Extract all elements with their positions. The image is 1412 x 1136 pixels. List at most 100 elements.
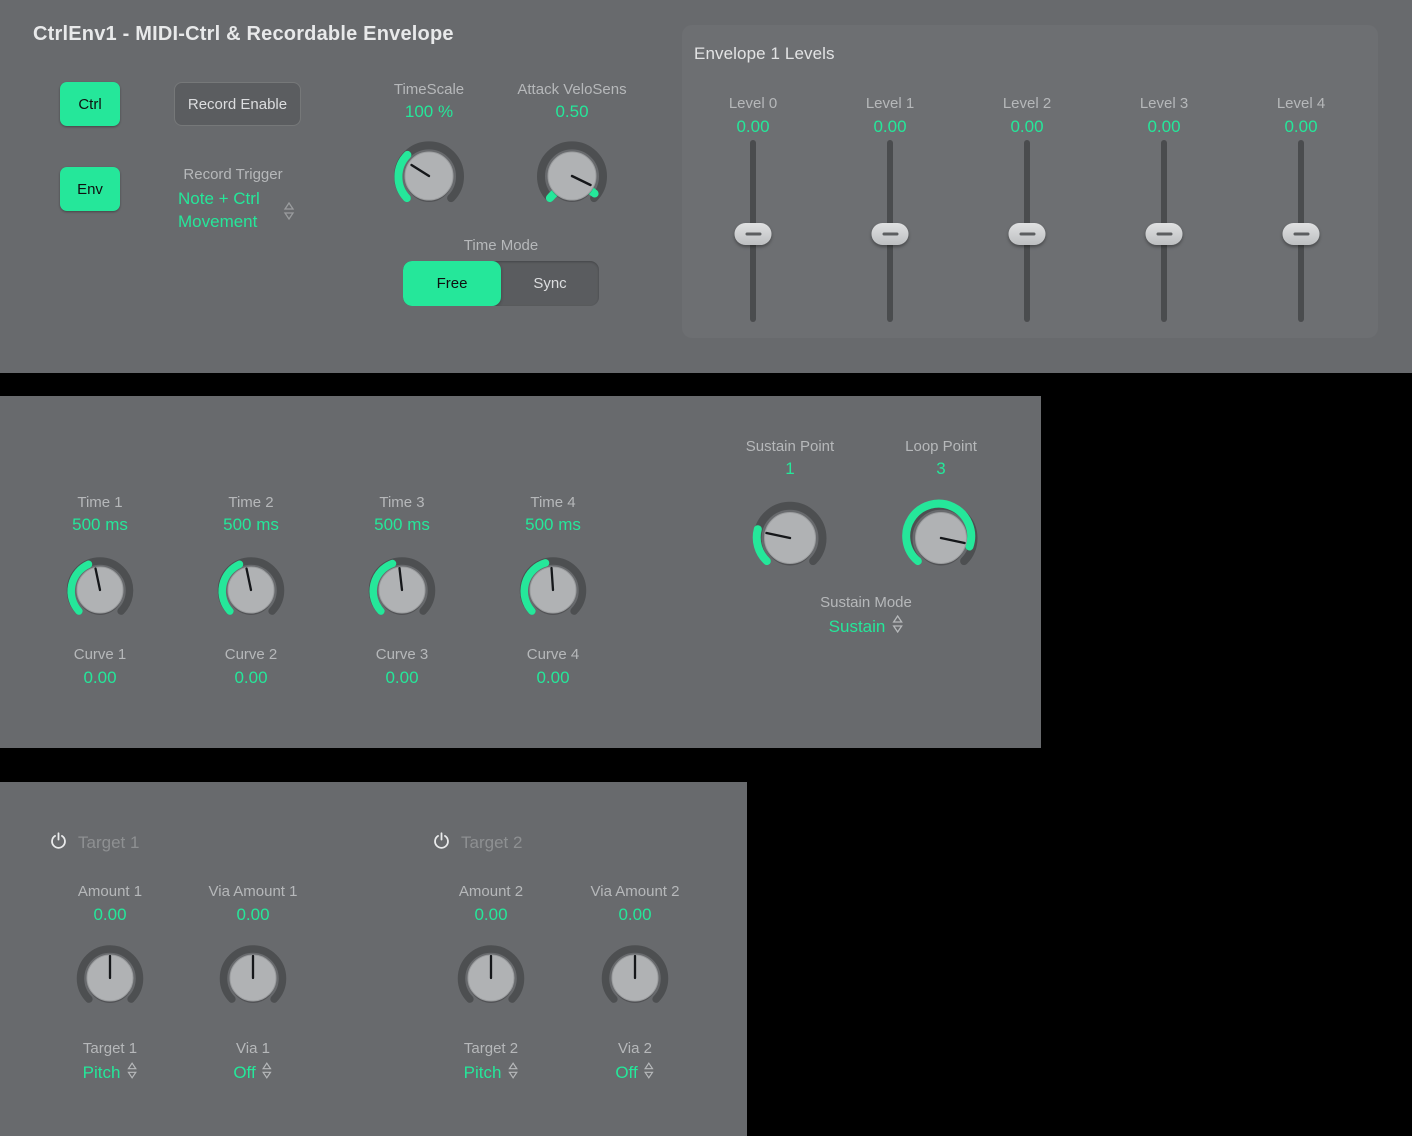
sustain-point-value: 1 xyxy=(785,459,794,479)
time-2-label: Time 2 xyxy=(228,494,273,511)
curve-2-label: Curve 2 xyxy=(225,646,278,663)
level-1-slider-thumb[interactable] xyxy=(872,223,909,245)
chevron-updown-icon[interactable] xyxy=(126,1062,137,1084)
chevron-updown-icon[interactable] xyxy=(644,1062,655,1084)
level-3-slider[interactable] xyxy=(1149,140,1179,322)
timescale-knob[interactable] xyxy=(389,136,469,216)
level-0-value: 0.00 xyxy=(736,117,769,137)
sustain-mode-dropdown[interactable]: Sustain xyxy=(829,615,904,638)
level-0-slider[interactable] xyxy=(738,140,768,322)
level-4-slider[interactable] xyxy=(1286,140,1316,322)
sustain-point-label: Sustain Point xyxy=(746,438,834,455)
target-2-header: Target 2 xyxy=(433,832,522,854)
attack-velosens-knob[interactable] xyxy=(532,136,612,216)
amount-1-label: Amount 1 xyxy=(78,883,142,900)
env-button[interactable]: Env xyxy=(60,167,120,211)
via-1-value: Off xyxy=(233,1063,255,1083)
level-4-label: Level 4 xyxy=(1277,95,1325,112)
time-mode-segmented-control[interactable]: Free Sync xyxy=(403,261,599,306)
via-2-dropdown[interactable]: Off xyxy=(615,1062,654,1084)
amount-1-knob[interactable] xyxy=(72,940,148,1016)
time-3-knob[interactable] xyxy=(364,552,440,628)
chevron-updown-icon[interactable] xyxy=(507,1062,518,1084)
time-mode-option-sync[interactable]: Sync xyxy=(501,261,599,306)
level-2-slider[interactable] xyxy=(1012,140,1042,322)
record-trigger-value-line1: Note + Ctrl xyxy=(178,189,260,208)
level-1-value: 0.00 xyxy=(873,117,906,137)
level-4-slider-thumb[interactable] xyxy=(1283,223,1320,245)
chevron-updown-icon[interactable] xyxy=(283,201,295,227)
target-1-select-label: Target 1 xyxy=(83,1040,137,1057)
timescale-label: TimeScale xyxy=(394,81,464,98)
target-2-value: Pitch xyxy=(464,1063,502,1083)
loop-point-label: Loop Point xyxy=(905,438,977,455)
attack-velosens-label: Attack VeloSens xyxy=(517,81,626,98)
level-1-label: Level 1 xyxy=(866,95,914,112)
attack-velosens-value: 0.50 xyxy=(555,102,588,122)
loop-point-knob[interactable] xyxy=(899,496,983,580)
amount-1-value: 0.00 xyxy=(93,905,126,925)
via-amount-2-label: Via Amount 2 xyxy=(591,883,680,900)
time-4-value: 500 ms xyxy=(525,515,581,535)
curve-4-label: Curve 4 xyxy=(527,646,580,663)
via-2-value: Off xyxy=(615,1063,637,1083)
time-1-knob[interactable] xyxy=(62,552,138,628)
amount-2-value: 0.00 xyxy=(474,905,507,925)
level-4-value: 0.00 xyxy=(1284,117,1317,137)
time-4-label: Time 4 xyxy=(530,494,575,511)
level-3-label: Level 3 xyxy=(1140,95,1188,112)
via-1-select-label: Via 1 xyxy=(236,1040,270,1057)
via-amount-1-knob[interactable] xyxy=(215,940,291,1016)
loop-point-value: 3 xyxy=(936,459,945,479)
time-2-value: 500 ms xyxy=(223,515,279,535)
sustain-mode-label: Sustain Mode xyxy=(820,594,912,611)
target-1-value: Pitch xyxy=(83,1063,121,1083)
power-icon[interactable] xyxy=(433,832,450,854)
record-trigger-value-line2: Movement xyxy=(178,212,257,231)
target-1-title: Target 1 xyxy=(78,833,139,853)
level-0-label: Level 0 xyxy=(729,95,777,112)
amount-2-knob[interactable] xyxy=(453,940,529,1016)
record-enable-button[interactable]: Record Enable xyxy=(174,82,301,126)
target-2-title: Target 2 xyxy=(461,833,522,853)
target-2-dropdown[interactable]: Pitch xyxy=(464,1062,519,1084)
curve-4-value: 0.00 xyxy=(536,668,569,688)
sustain-point-knob[interactable] xyxy=(748,496,832,580)
via-amount-1-value: 0.00 xyxy=(236,905,269,925)
curve-2-value: 0.00 xyxy=(234,668,267,688)
sustain-mode-value: Sustain xyxy=(829,617,886,637)
level-2-label: Level 2 xyxy=(1003,95,1051,112)
target-1-header: Target 1 xyxy=(50,832,139,854)
curve-1-label: Curve 1 xyxy=(74,646,127,663)
time-1-value: 500 ms xyxy=(72,515,128,535)
level-0-slider-thumb[interactable] xyxy=(735,223,772,245)
page-title: CtrlEnv1 - MIDI-Ctrl & Recordable Envelo… xyxy=(33,23,454,46)
target-1-dropdown[interactable]: Pitch xyxy=(83,1062,138,1084)
via-2-select-label: Via 2 xyxy=(618,1040,652,1057)
ctrl-button[interactable]: Ctrl xyxy=(60,82,120,126)
amount-2-label: Amount 2 xyxy=(459,883,523,900)
level-2-value: 0.00 xyxy=(1010,117,1043,137)
target-2-select-label: Target 2 xyxy=(464,1040,518,1057)
level-3-slider-thumb[interactable] xyxy=(1146,223,1183,245)
curve-1-value: 0.00 xyxy=(83,668,116,688)
power-icon[interactable] xyxy=(50,832,67,854)
time-4-knob[interactable] xyxy=(515,552,591,628)
plugin-window: CtrlEnv1 - MIDI-Ctrl & Recordable Envelo… xyxy=(0,0,1412,1136)
via-1-dropdown[interactable]: Off xyxy=(233,1062,272,1084)
level-2-slider-thumb[interactable] xyxy=(1009,223,1046,245)
curve-3-label: Curve 3 xyxy=(376,646,429,663)
time-mode-option-free[interactable]: Free xyxy=(403,261,501,306)
timescale-value: 100 % xyxy=(405,102,453,122)
curve-3-value: 0.00 xyxy=(385,668,418,688)
time-2-knob[interactable] xyxy=(213,552,289,628)
chevron-updown-icon[interactable] xyxy=(262,1062,273,1084)
record-trigger-dropdown[interactable]: Note + Ctrl Movement xyxy=(178,187,290,233)
time-1-label: Time 1 xyxy=(77,494,122,511)
chevron-updown-icon[interactable] xyxy=(891,615,903,638)
time-3-label: Time 3 xyxy=(379,494,424,511)
via-amount-1-label: Via Amount 1 xyxy=(209,883,298,900)
level-1-slider[interactable] xyxy=(875,140,905,322)
level-3-value: 0.00 xyxy=(1147,117,1180,137)
via-amount-2-knob[interactable] xyxy=(597,940,673,1016)
